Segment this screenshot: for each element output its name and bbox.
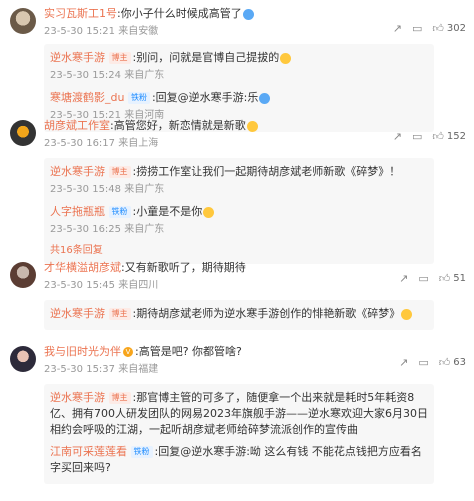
- reply-text: :期待胡彦斌老师为逆水寒手游创作的悱艳新歌《碎梦》: [132, 307, 401, 320]
- reply-item: 江南可采莲莲看 铁粉:回复@逆水寒手游:呦 这么有钱 不能花点钱把方应看名字买回…: [50, 442, 428, 480]
- like-count: 63: [453, 357, 466, 368]
- comment-text: :又有新歌听了，期待期待: [121, 261, 246, 274]
- author-tag: 博主: [108, 52, 131, 64]
- reply-list: 逆水寒手游 博主:那官博主管的可多了，随便拿一个出来就是耗时5年耗资8亿、拥有7…: [44, 384, 434, 484]
- reply-list: 逆水寒手游 博主:捞捞工作室让我们一起期待胡彦斌老师新歌《碎梦》！ 23-5-3…: [44, 158, 434, 264]
- fan-tag: 铁粉: [130, 446, 153, 458]
- reply-icon[interactable]: ▭: [412, 130, 422, 143]
- emoji-icon: [246, 120, 258, 132]
- avatar[interactable]: [10, 346, 36, 372]
- reply-icon[interactable]: ▭: [412, 22, 422, 35]
- comment-username[interactable]: 实习瓦斯工1号: [44, 7, 117, 20]
- share-icon[interactable]: ↗: [399, 356, 408, 369]
- vip-icon: V: [123, 347, 133, 357]
- comment-thread: 实习瓦斯工1号:你小子什么时候成高管了 23-5-30 15:21 来自安徽 ↗…: [0, 0, 474, 498]
- author-tag: 博主: [108, 166, 131, 178]
- like-icon[interactable]: 👍︎: [439, 356, 451, 369]
- reply-location: 来自广东: [124, 184, 165, 195]
- like-count: 152: [446, 131, 466, 142]
- comment-location: 来自安徽: [118, 26, 159, 37]
- reply-list: 逆水寒手游 博主:期待胡彦斌老师为逆水寒手游创作的悱艳新歌《碎梦》: [44, 300, 434, 330]
- comment-time: 23-5-30 15:45: [44, 280, 116, 291]
- share-icon[interactable]: ↗: [399, 272, 408, 285]
- author-tag: 博主: [108, 392, 131, 404]
- reply-username[interactable]: 寒塘渡鹤影_du: [50, 91, 124, 104]
- share-icon[interactable]: ↗: [393, 22, 402, 35]
- reply-location: 来自广东: [124, 70, 165, 81]
- fan-tag: 铁粉: [108, 206, 131, 218]
- like-icon[interactable]: 👍︎: [432, 22, 444, 35]
- emoji-icon: [242, 8, 254, 20]
- emoji-icon: [203, 206, 215, 218]
- author-tag: 博主: [108, 308, 131, 320]
- comment-location: 来自四川: [118, 280, 159, 291]
- comment-location: 来自上海: [118, 138, 159, 149]
- emoji-icon: [259, 92, 271, 104]
- comment-item: 我与旧时光为伴 V:高管是吧? 你都管啥? 23-5-30 15:37 来自福建 …: [10, 338, 466, 498]
- reply-username[interactable]: 逆水寒手游: [50, 391, 105, 404]
- emoji-icon: [280, 52, 292, 64]
- comment-item: 才华横溢胡彦斌:又有新歌听了，期待期待 23-5-30 15:45 来自四川 ↗…: [10, 254, 466, 338]
- comment-item: 实习瓦斯工1号:你小子什么时候成高管了 23-5-30 15:21 来自安徽 ↗…: [10, 0, 466, 132]
- reply-icon[interactable]: ▭: [418, 356, 428, 369]
- comment-text: :高管您好，新恋情就是新歌: [110, 119, 246, 132]
- reply-username[interactable]: 江南可采莲莲看: [50, 445, 127, 458]
- reply-item: 逆水寒手游 博主:别问，问就是官博自己提拔的 23-5-30 15:24 来自广…: [50, 48, 428, 88]
- comment-time: 23-5-30 16:17: [44, 138, 116, 149]
- reply-time: 23-5-30 16:25: [50, 224, 122, 235]
- reply-item: 逆水寒手游 博主:期待胡彦斌老师为逆水寒手游创作的悱艳新歌《碎梦》: [50, 304, 428, 326]
- comment-username[interactable]: 才华横溢胡彦斌: [44, 261, 121, 274]
- reply-username[interactable]: 人字拖瓶瓶: [50, 205, 105, 218]
- fan-tag: 铁粉: [127, 92, 150, 104]
- avatar[interactable]: [10, 120, 36, 146]
- comment-time: 23-5-30 15:21: [44, 26, 116, 37]
- comment-username[interactable]: 胡彦斌工作室: [44, 119, 110, 132]
- reply-text: :小童是不是你: [132, 205, 203, 218]
- emoji-icon: [401, 308, 413, 320]
- comment-actions: ↗ ▭ 👍︎ 63: [399, 356, 466, 369]
- like-count: 51: [453, 273, 466, 284]
- comment-username[interactable]: 我与旧时光为伴: [44, 345, 121, 358]
- comment-actions: ↗ ▭ 👍︎ 302: [393, 22, 466, 35]
- comment-time: 23-5-30 15:37: [44, 364, 116, 375]
- reply-text: :捞捞工作室让我们一起期待胡彦斌老师新歌《碎梦》！: [132, 165, 401, 178]
- reply-username[interactable]: 逆水寒手游: [50, 307, 105, 320]
- reply-text: :那官博主管的可多了，随便拿一个出来就是耗时5年耗资8亿、拥有700人研发团队的…: [50, 391, 428, 436]
- reply-time: 23-5-30 15:24: [50, 70, 122, 81]
- comment-item: 胡彦斌工作室:高管您好，新恋情就是新歌 23-5-30 16:17 来自上海 ↗…: [10, 112, 466, 264]
- comment-text: :高管是吧? 你都管啥?: [135, 345, 242, 358]
- reply-location: 来自广东: [124, 224, 165, 235]
- reply-time: 23-5-30 15:48: [50, 184, 122, 195]
- reply-item: 人字拖瓶瓶 铁粉:小童是不是你 23-5-30 16:25 来自广东: [50, 202, 428, 242]
- reply-username[interactable]: 逆水寒手游: [50, 51, 105, 64]
- reply-item: 逆水寒手游 博主:那官博主管的可多了，随便拿一个出来就是耗时5年耗资8亿、拥有7…: [50, 388, 428, 442]
- like-icon[interactable]: 👍︎: [432, 130, 444, 143]
- reply-item: 逆水寒手游 博主:捞捞工作室让我们一起期待胡彦斌老师新歌《碎梦》！ 23-5-3…: [50, 162, 428, 202]
- reply-username[interactable]: 逆水寒手游: [50, 165, 105, 178]
- comment-actions: ↗ ▭ 👍︎ 51: [399, 272, 466, 285]
- reply-icon[interactable]: ▭: [418, 272, 428, 285]
- like-icon[interactable]: 👍︎: [439, 272, 451, 285]
- reply-text: :别问，问就是官博自己提拔的: [132, 51, 280, 64]
- comment-text: :你小子什么时候成高管了: [117, 7, 242, 20]
- like-count: 302: [446, 23, 466, 34]
- avatar[interactable]: [10, 262, 36, 288]
- share-icon[interactable]: ↗: [393, 130, 402, 143]
- comment-actions: ↗ ▭ 👍︎ 152: [393, 130, 466, 143]
- reply-text: :回复@逆水寒手游:乐: [151, 91, 259, 104]
- comment-location: 来自福建: [118, 364, 159, 375]
- avatar[interactable]: [10, 8, 36, 34]
